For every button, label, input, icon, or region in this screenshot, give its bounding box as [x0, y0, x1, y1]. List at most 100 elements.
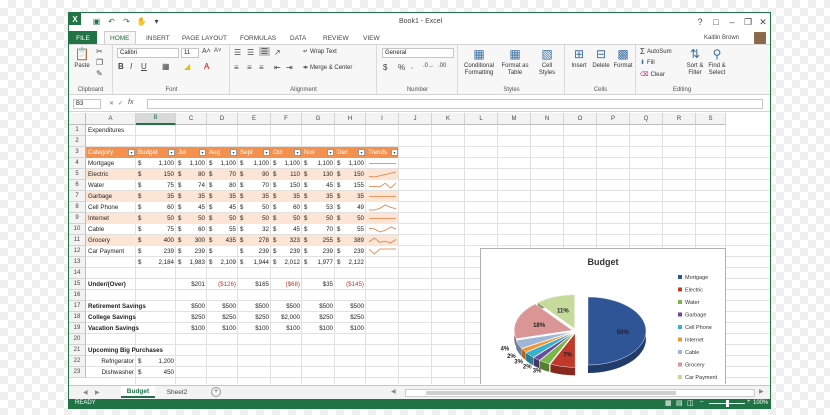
- value-cell[interactable]: 55: [207, 224, 238, 235]
- value-cell[interactable]: 50: [335, 213, 366, 224]
- legend-entry[interactable]: Mortgage: [685, 275, 708, 281]
- total-cell[interactable]: 2,012: [271, 257, 302, 268]
- category-cell[interactable]: Cable: [86, 224, 136, 235]
- total-cell[interactable]: 2,184: [136, 257, 176, 268]
- value-cell[interactable]: 1,100: [271, 158, 302, 169]
- wrap-text-button[interactable]: ↵ Wrap Text: [303, 48, 337, 56]
- sheet-tab-budget[interactable]: Budget: [121, 386, 155, 398]
- underline-icon[interactable]: U: [141, 62, 147, 71]
- zoom-in-icon[interactable]: +: [747, 399, 751, 405]
- table-header[interactable]: Sept ▾: [238, 147, 271, 158]
- row-header-23[interactable]: 23: [69, 367, 86, 378]
- column-header-i[interactable]: I: [366, 113, 399, 125]
- savings-value[interactable]: $100: [335, 323, 366, 334]
- savings-value[interactable]: $100: [238, 323, 271, 334]
- value-cell[interactable]: 35: [271, 191, 302, 202]
- filter-dropdown-icon[interactable]: ▾: [358, 149, 365, 156]
- orientation-icon[interactable]: ↗: [274, 48, 281, 57]
- value-cell[interactable]: 60: [136, 202, 176, 213]
- value-cell[interactable]: 35: [335, 191, 366, 202]
- percent-icon[interactable]: %: [398, 63, 405, 72]
- italic-icon[interactable]: I: [130, 62, 132, 71]
- font-color-icon[interactable]: A: [204, 62, 209, 71]
- value-cell[interactable]: 50: [238, 202, 271, 213]
- column-header-m[interactable]: M: [498, 113, 531, 125]
- value-cell[interactable]: 1,100: [207, 158, 238, 169]
- value-cell[interactable]: 74: [176, 180, 207, 191]
- budget-chart[interactable]: Budget 50% 7% 3% 2% 3% 2% 4% 18% 11% Mortgage Elect…: [480, 248, 726, 384]
- select-all-corner[interactable]: [69, 113, 86, 125]
- increase-decimal-icon[interactable]: .0→: [423, 63, 434, 69]
- zoom-slider-thumb[interactable]: [726, 400, 729, 407]
- page-layout-view-icon[interactable]: ▤: [676, 399, 683, 407]
- value-cell[interactable]: 50: [302, 213, 335, 224]
- filter-dropdown-icon[interactable]: ▾: [263, 149, 270, 156]
- value-cell[interactable]: 45: [302, 180, 335, 191]
- zoom-level[interactable]: 100%: [753, 400, 768, 406]
- value-cell[interactable]: [207, 246, 238, 257]
- confirm-entry-icon[interactable]: ✓: [118, 100, 123, 107]
- help-button[interactable]: ?: [693, 15, 707, 29]
- cell-styles-button[interactable]: ▧ Cell Styles: [533, 47, 561, 77]
- customize-qat-icon[interactable]: ▾: [151, 16, 162, 27]
- restore-button[interactable]: ❐: [741, 15, 755, 29]
- purchase-name[interactable]: Refrigerator: [86, 356, 136, 367]
- total-cell[interactable]: 2,122: [335, 257, 366, 268]
- value-cell[interactable]: 239: [335, 246, 366, 257]
- filter-dropdown-icon[interactable]: ▾: [327, 149, 334, 156]
- prev-sheet-icon[interactable]: ◀: [83, 389, 88, 396]
- align-right-icon[interactable]: ≡: [259, 63, 264, 72]
- under-over-value[interactable]: ($145): [335, 279, 366, 290]
- ribbon-display-icon[interactable]: □: [709, 15, 723, 29]
- paste-button[interactable]: 📋 Paste: [72, 47, 92, 70]
- value-cell[interactable]: 90: [238, 169, 271, 180]
- category-cell[interactable]: Water: [86, 180, 136, 191]
- table-header[interactable]: Jul ▾: [176, 147, 207, 158]
- total-cell[interactable]: 1,944: [238, 257, 271, 268]
- category-cell[interactable]: Cell Phone: [86, 202, 136, 213]
- savings-value[interactable]: $250: [302, 312, 335, 323]
- merge-center-button[interactable]: ⇼ Merge & Center: [303, 64, 352, 72]
- row-header-9[interactable]: 9: [69, 213, 86, 224]
- column-header-s[interactable]: S: [696, 113, 726, 125]
- savings-value[interactable]: $500: [271, 301, 302, 312]
- value-cell[interactable]: 1,100: [335, 158, 366, 169]
- increase-indent-icon[interactable]: ⇥: [286, 63, 293, 72]
- scrollbar-thumb[interactable]: [426, 391, 676, 395]
- find-select-button[interactable]: ⚲ Find & Select: [707, 47, 727, 77]
- savings-value[interactable]: $100: [302, 323, 335, 334]
- row-header-1[interactable]: 1: [69, 125, 86, 136]
- user-name[interactable]: Kaitlin Brown: [704, 35, 739, 41]
- value-cell[interactable]: 60: [271, 202, 302, 213]
- category-cell[interactable]: Garbage: [86, 191, 136, 202]
- under-over-value[interactable]: $35: [302, 279, 335, 290]
- font-name-select[interactable]: Calibri: [117, 48, 179, 58]
- undo-icon[interactable]: ↶: [106, 16, 117, 27]
- value-cell[interactable]: 300: [176, 235, 207, 246]
- filter-dropdown-icon[interactable]: ▾: [128, 149, 135, 156]
- copy-icon[interactable]: ❐: [96, 58, 103, 67]
- value-cell[interactable]: 75: [136, 224, 176, 235]
- worksheet-grid[interactable]: ABCDEFGHIJKLMNOPQRS 1 2 3 4 5 6 7 8 9 10 11 12 13 14 1…: [69, 113, 770, 384]
- value-cell[interactable]: 1,100: [238, 158, 271, 169]
- savings-label[interactable]: Retirement Savings: [86, 301, 176, 312]
- number-format-select[interactable]: General: [382, 48, 454, 58]
- table-header[interactable]: Oct ▾: [271, 147, 302, 158]
- autosum-button[interactable]: Σ AutoSum: [640, 47, 672, 56]
- align-center-icon[interactable]: ≡: [247, 63, 252, 72]
- savings-value[interactable]: $500: [238, 301, 271, 312]
- total-cell[interactable]: 1,977: [302, 257, 335, 268]
- tab-view[interactable]: VIEW: [358, 31, 385, 45]
- sheet-tab-sheet2[interactable]: Sheet2: [161, 386, 193, 398]
- value-cell[interactable]: 49: [335, 202, 366, 213]
- savings-label[interactable]: College Savings: [86, 312, 176, 323]
- filter-dropdown-icon[interactable]: ▾: [168, 149, 175, 156]
- table-header[interactable]: Dec ▾: [335, 147, 366, 158]
- value-cell[interactable]: 150: [271, 180, 302, 191]
- shrink-font-icon[interactable]: A˅: [214, 48, 222, 54]
- minimize-button[interactable]: –: [725, 15, 739, 29]
- value-cell[interactable]: 239: [136, 246, 176, 257]
- purchase-value[interactable]: 1,200: [136, 356, 176, 367]
- row-header-16[interactable]: 16: [69, 290, 86, 301]
- value-cell[interactable]: 80: [176, 169, 207, 180]
